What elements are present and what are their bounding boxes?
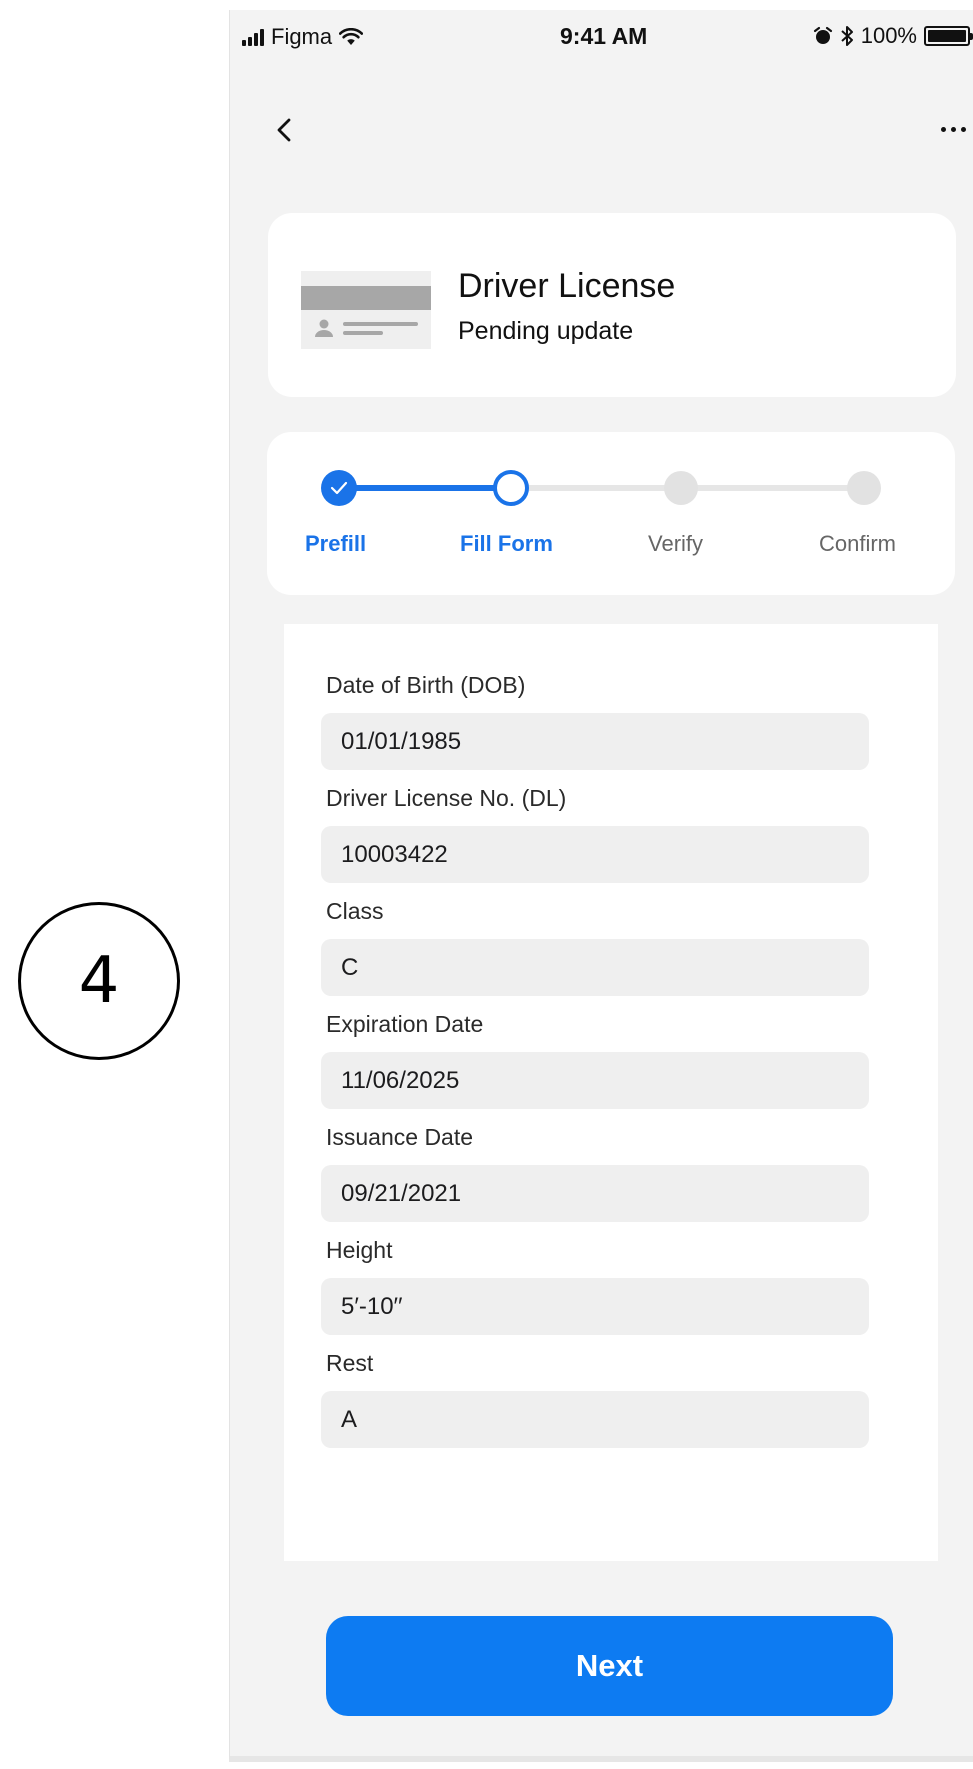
- rest-label: Rest: [326, 1350, 374, 1376]
- issuance-date-label: Issuance Date: [326, 1124, 474, 1150]
- signal-icon: [242, 28, 264, 46]
- stepper-track-completed: [339, 485, 511, 491]
- document-status: Pending update: [458, 317, 634, 345]
- step-dot-prefill: [321, 470, 357, 506]
- step-label-confirm: Confirm: [819, 531, 897, 556]
- phone-screen: Figma 9:41 AM 100% Driver License Pendin…: [229, 10, 973, 1762]
- battery-icon: [924, 26, 973, 46]
- step-dot-verify: [664, 471, 698, 505]
- step-dot-confirm: [847, 471, 881, 505]
- step-label-verify: Verify: [648, 531, 704, 556]
- status-time: 9:41 AM: [560, 23, 648, 49]
- battery-percent: 100%: [860, 23, 917, 48]
- carrier-name: Figma: [271, 24, 333, 49]
- step-label-fill-form: Fill Form: [460, 531, 553, 556]
- document-card: Driver License Pending update: [268, 213, 956, 397]
- license-number-label: Driver License No. (DL): [326, 785, 567, 811]
- status-bar-right: 100%: [813, 23, 973, 49]
- alarm-icon: [813, 26, 832, 44]
- progress-stepper: Prefill Fill Form Verify Confirm: [267, 432, 955, 595]
- status-bar: Figma 9:41 AM 100%: [230, 10, 973, 62]
- license-card-icon: [301, 271, 431, 349]
- wifi-icon: [339, 28, 364, 45]
- step-dot-fill-form: [493, 470, 529, 506]
- issuance-date-field[interactable]: 09/21/2021: [321, 1165, 869, 1222]
- height-field[interactable]: 5′-10′′: [321, 1278, 869, 1335]
- nav-bar: [230, 95, 973, 165]
- step-number: 4: [78, 944, 120, 1018]
- class-label: Class: [326, 898, 384, 924]
- license-form: Date of Birth (DOB) 01/01/1985 Driver Li…: [284, 624, 938, 1561]
- checkmark-icon: [330, 481, 348, 495]
- chevron-left-icon[interactable]: [270, 115, 300, 145]
- step-number-marker: 4: [18, 902, 180, 1060]
- rest-field[interactable]: A: [321, 1391, 869, 1448]
- status-bar-left: Figma: [242, 24, 364, 50]
- bluetooth-icon: [841, 26, 853, 46]
- expiration-date-label: Expiration Date: [326, 1011, 484, 1037]
- document-title: Driver License: [458, 267, 676, 305]
- next-button[interactable]: Next: [326, 1616, 893, 1716]
- license-number-field[interactable]: 10003422: [321, 826, 869, 883]
- height-label: Height: [326, 1237, 393, 1263]
- class-field[interactable]: C: [321, 939, 869, 996]
- dob-field[interactable]: 01/01/1985: [321, 713, 869, 770]
- ellipsis-icon[interactable]: [941, 127, 966, 132]
- step-label-prefill: Prefill: [305, 531, 367, 556]
- dob-label: Date of Birth (DOB): [326, 672, 526, 698]
- expiration-date-field[interactable]: 11/06/2025: [321, 1052, 869, 1109]
